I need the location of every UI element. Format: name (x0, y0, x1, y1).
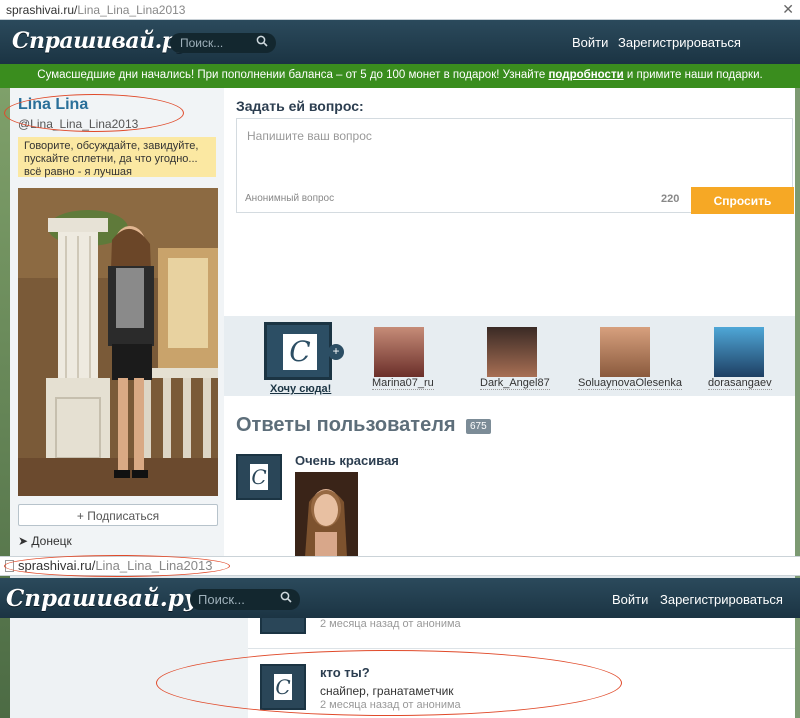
user-link-soluaynova[interactable]: SoluaynovaOlesenka (578, 377, 682, 390)
background-right (795, 88, 800, 718)
site-header-2: Спрашивай.ру Поиск... Войти Зарегистриро… (0, 578, 800, 618)
search-icon[interactable] (256, 35, 268, 50)
ask-button[interactable]: Спросить (691, 187, 794, 214)
background-left (0, 88, 10, 718)
want-here-card[interactable]: C (264, 322, 332, 380)
page: sprashivai.ru/Lina_Lina_Lina2013 ✕ Спраш… (0, 0, 800, 718)
search-placeholder-2: Поиск... (198, 592, 245, 607)
site-s-icon: C (283, 334, 317, 370)
search-icon[interactable] (280, 591, 292, 606)
banner-text-before: Сумасшедшие дни начались! При пополнении… (37, 69, 549, 81)
want-here-link[interactable]: Хочу сюда! (270, 383, 331, 395)
char-count: 220 (661, 193, 680, 205)
highlight-ellipse (4, 94, 184, 132)
answers-count-badge: 675 (466, 419, 491, 434)
plus-icon[interactable]: + (328, 344, 344, 360)
banner-details-link[interactable]: подробности (548, 69, 623, 81)
search-input-2[interactable]: Поиск... (190, 589, 300, 610)
user-avatar-marina[interactable] (374, 327, 424, 377)
site-s-icon: C (250, 464, 268, 490)
profile-photo[interactable] (18, 188, 218, 496)
user-avatar-dark-angel[interactable] (487, 327, 537, 377)
location-icon: ➤ (18, 534, 29, 548)
user-link-marina[interactable]: Marina07_ru (372, 377, 434, 390)
anonymous-question-toggle[interactable]: Анонимный вопрос (245, 193, 334, 204)
anonymous-avatar: C (236, 454, 282, 500)
question-placeholder: Напишите ваш вопрос (247, 129, 372, 143)
highlight-ellipse (4, 555, 230, 577)
promo-banner: Сумасшедшие дни начались! При пополнении… (0, 64, 800, 88)
login-link[interactable]: Войти (572, 35, 608, 50)
profile-city: ➤ Донецк (18, 534, 72, 548)
answer-photo[interactable] (295, 472, 358, 557)
url-path: Lina_Lina_Lina2013 (77, 3, 186, 17)
search-input[interactable]: Поиск... (170, 33, 276, 53)
question-textarea[interactable]: Напишите ваш вопрос Анонимный вопрос 220… (236, 118, 794, 214)
question-text[interactable]: Очень красивая (295, 453, 399, 468)
city-label: Донецк (31, 534, 72, 548)
address-bar[interactable]: sprashivai.ru/Lina_Lina_Lina2013 ✕ (0, 0, 800, 20)
answers-title: Ответы пользователя (236, 414, 456, 436)
register-link-2[interactable]: Зарегистрироваться (660, 592, 783, 607)
site-logo[interactable]: Спрашивай.ру (12, 28, 190, 54)
login-link-2[interactable]: Войти (612, 592, 648, 607)
url-domain: sprashivai.ru/ (6, 3, 78, 17)
search-placeholder: Поиск... (180, 36, 224, 50)
subscribe-button[interactable]: + Подписаться (18, 504, 218, 526)
divider (248, 648, 795, 649)
anonymous-avatar-partial (260, 618, 306, 634)
user-avatar-soluaynova[interactable] (600, 327, 650, 377)
close-icon[interactable]: ✕ (782, 1, 794, 18)
site-logo-2[interactable]: Спрашивай.ру (6, 585, 198, 612)
site-header: Спрашивай.ру Поиск... Войти Зарегистриро… (0, 20, 800, 64)
answer-meta: 2 месяца назад от анонима (320, 618, 461, 630)
register-link[interactable]: Зарегистрироваться (618, 35, 741, 50)
user-avatar-dorasangaev[interactable] (714, 327, 764, 377)
profile-status: Говорите, обсуждайте, завидуйте, пускайт… (18, 137, 216, 178)
ask-title: Задать ей вопрос: (236, 98, 364, 114)
banner-text-after: и примите наши подарки. (623, 69, 763, 81)
user-link-dorasangaev[interactable]: dorasangaev (708, 377, 772, 390)
user-link-dark-angel[interactable]: Dark_Angel87 (480, 377, 550, 390)
highlight-ellipse (156, 650, 622, 716)
